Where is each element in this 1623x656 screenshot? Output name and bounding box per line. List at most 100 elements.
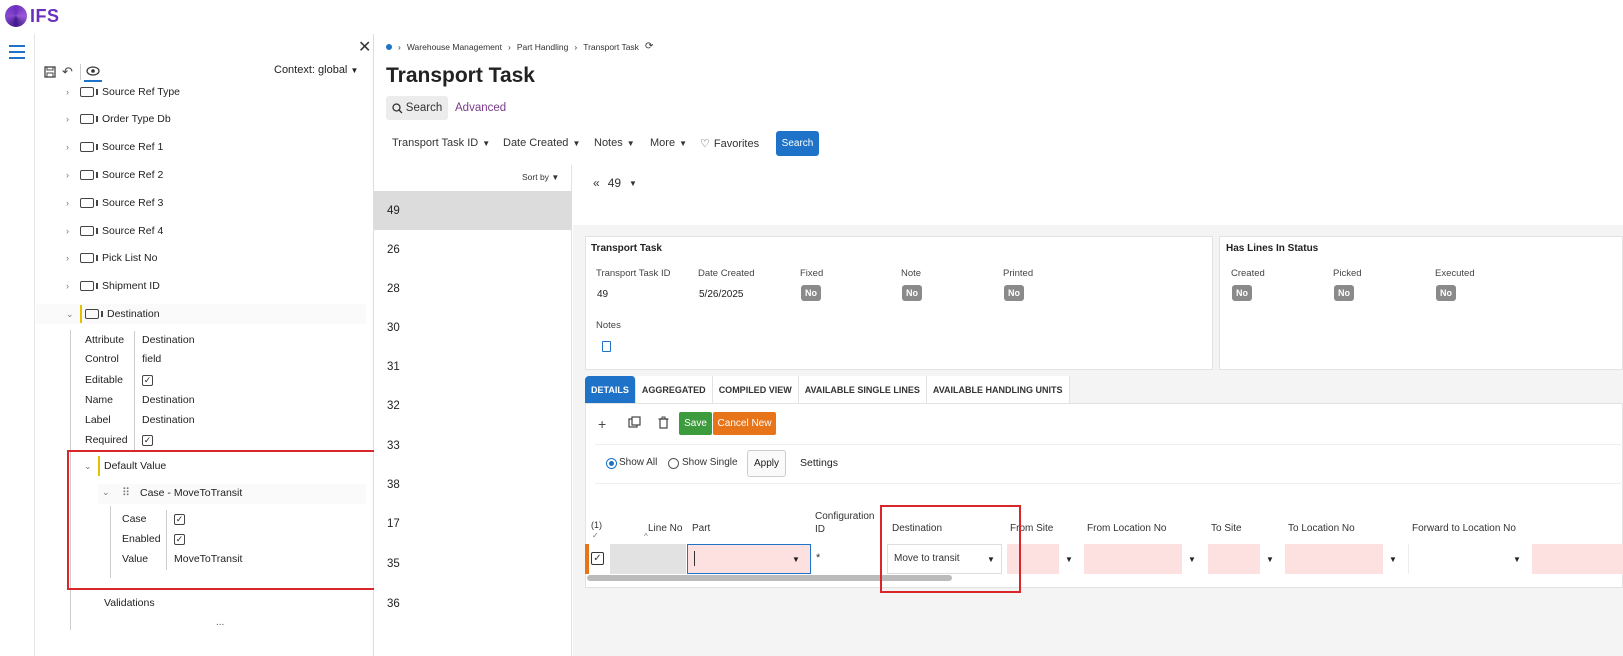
save-layout-icon[interactable] (44, 66, 56, 81)
caret-down-icon[interactable]: ▼ (629, 179, 637, 188)
tree-item-destination[interactable]: ⌄ Destination (36, 304, 366, 324)
list-item[interactable]: 26 (374, 230, 572, 269)
delete-icon[interactable] (658, 416, 669, 432)
show-all-radio[interactable] (606, 458, 617, 469)
list-item[interactable]: 28 (374, 269, 572, 308)
show-single-label: Show Single (682, 457, 738, 468)
part-dropdown-icon[interactable]: ▼ (792, 555, 800, 564)
notes-document-icon[interactable] (602, 341, 611, 352)
list-item[interactable]: 32 (374, 386, 572, 425)
add-icon[interactable]: + (598, 416, 606, 432)
configuration-id-value[interactable]: * (816, 552, 820, 564)
col-from-location-no[interactable]: From Location No (1087, 523, 1166, 534)
duplicate-icon[interactable] (628, 416, 641, 432)
close-icon[interactable]: ✕ (358, 37, 371, 57)
list-item[interactable]: 30 (374, 308, 572, 347)
col-to-site[interactable]: To Site (1211, 523, 1242, 534)
ifs-logo[interactable]: IFS (5, 5, 60, 27)
filter-transport-task-id[interactable]: Transport Task ID ▼ (392, 137, 490, 149)
search-toggle-button[interactable]: Search (386, 96, 448, 120)
home-icon[interactable] (386, 43, 392, 50)
tree-item-source-ref-3[interactable]: › Source Ref 3 (36, 193, 163, 213)
chevron-down-icon: ⌄ (66, 308, 74, 319)
advanced-search-link[interactable]: Advanced (455, 102, 506, 114)
select-all-check-icon[interactable]: ✓ (592, 531, 599, 540)
context-selector[interactable]: Context: global ▼ (274, 64, 358, 76)
col-configuration-id[interactable]: Configuration ID (815, 510, 875, 536)
search-submit-button[interactable]: Search (776, 131, 819, 156)
to-site-input[interactable] (1208, 544, 1260, 574)
caret-down-icon: ▼ (350, 66, 359, 75)
row-checkbox[interactable]: ✓ (591, 552, 604, 565)
breadcrumb-item[interactable]: Warehouse Management (407, 42, 502, 52)
from-location-dropdown-icon[interactable]: ▼ (1188, 555, 1196, 564)
page-title: Transport Task (386, 64, 535, 87)
next-column-input[interactable] (1532, 544, 1623, 574)
to-location-dropdown-icon[interactable]: ▼ (1389, 555, 1397, 564)
from-site-dropdown-icon[interactable]: ▼ (1065, 555, 1073, 564)
sort-by-button[interactable]: Sort by ▼ (522, 172, 559, 182)
list-item[interactable]: 36 (374, 584, 572, 623)
editable-checkbox[interactable]: ✓ (142, 374, 153, 386)
tree-item-order-type-db[interactable]: › Order Type Db (36, 109, 171, 129)
preview-eye-icon[interactable] (86, 66, 100, 79)
list-item[interactable]: 35 (374, 544, 572, 583)
col-part[interactable]: Part (692, 523, 710, 534)
to-site-dropdown-icon[interactable]: ▼ (1266, 555, 1274, 564)
list-item[interactable]: 38 (374, 465, 572, 504)
tree-item-label: Source Ref 3 (102, 197, 164, 209)
validations-label[interactable]: Validations (104, 597, 155, 609)
tree-item-label: Source Ref 1 (102, 141, 164, 153)
card-title: Transport Task (591, 243, 662, 254)
col-line-no[interactable]: Line No (648, 523, 682, 534)
filter-more[interactable]: More ▼ (650, 137, 687, 149)
chevron-right-icon: › (66, 281, 69, 291)
refresh-icon[interactable]: ⟳ (645, 41, 653, 52)
to-location-input[interactable] (1285, 544, 1383, 574)
printed-badge: No (1004, 285, 1024, 301)
show-single-radio[interactable] (668, 458, 679, 469)
required-checkbox[interactable]: ✓ (142, 434, 153, 446)
detail-tabs: DETAILS AGGREGATED COMPILED VIEW AVAILAB… (585, 376, 1070, 403)
list-item[interactable]: 33 (374, 426, 572, 465)
list-item[interactable]: 31 (374, 347, 572, 386)
record-navigator[interactable]: « 49 ▼ (593, 176, 637, 190)
forward-location-input[interactable] (1408, 544, 1526, 574)
field-label: Printed (1003, 268, 1034, 279)
favorites-button[interactable]: ♡ Favorites (700, 137, 759, 151)
tab-compiled-view[interactable]: COMPILED VIEW (712, 376, 799, 403)
col-to-location-no[interactable]: To Location No (1288, 523, 1355, 534)
tab-available-single-lines[interactable]: AVAILABLE SINGLE LINES (798, 376, 927, 403)
tree-item-source-ref-1[interactable]: › Source Ref 1 (36, 137, 163, 157)
save-button[interactable]: Save (679, 412, 712, 435)
forward-location-dropdown-icon[interactable]: ▼ (1513, 555, 1521, 564)
tab-aggregated[interactable]: AGGREGATED (635, 376, 713, 403)
top-bar (0, 0, 1623, 34)
show-all-label: Show All (619, 457, 658, 468)
filter-notes[interactable]: Notes ▼ (594, 137, 635, 149)
breadcrumb-item[interactable]: Transport Task (583, 42, 639, 52)
breadcrumb-item[interactable]: Part Handling (517, 42, 569, 52)
tree-item-source-ref-type[interactable]: › Source Ref Type (36, 82, 180, 102)
undo-icon[interactable]: ↶ (62, 64, 73, 80)
filter-date-created[interactable]: Date Created ▼ (503, 137, 580, 149)
tree-item-source-ref-2[interactable]: › Source Ref 2 (36, 165, 163, 185)
prop-label: Label (85, 414, 111, 426)
col-forward-to-location-no[interactable]: Forward to Location No (1412, 523, 1516, 534)
cancel-new-button[interactable]: Cancel New (713, 412, 776, 435)
settings-link[interactable]: Settings (800, 457, 838, 469)
collapse-list-icon[interactable]: « (593, 176, 600, 190)
field-label: Transport Task ID (596, 268, 671, 279)
apply-button[interactable]: Apply (747, 450, 786, 477)
list-item[interactable]: 49 (374, 191, 572, 230)
tree-item-pick-list-no[interactable]: › Pick List No (36, 248, 157, 268)
tab-details[interactable]: DETAILS (585, 376, 636, 403)
breadcrumb: › Warehouse Management › Part Handling ›… (386, 41, 653, 52)
tree-item-label: Source Ref 4 (102, 225, 164, 237)
tab-available-handling-units[interactable]: AVAILABLE HANDLING UNITS (926, 376, 1070, 403)
list-item[interactable]: 17 (374, 504, 572, 543)
from-location-input[interactable] (1084, 544, 1182, 574)
menu-icon[interactable] (9, 45, 25, 59)
tree-item-shipment-id[interactable]: › Shipment ID (36, 276, 160, 296)
tree-item-source-ref-4[interactable]: › Source Ref 4 (36, 221, 163, 241)
